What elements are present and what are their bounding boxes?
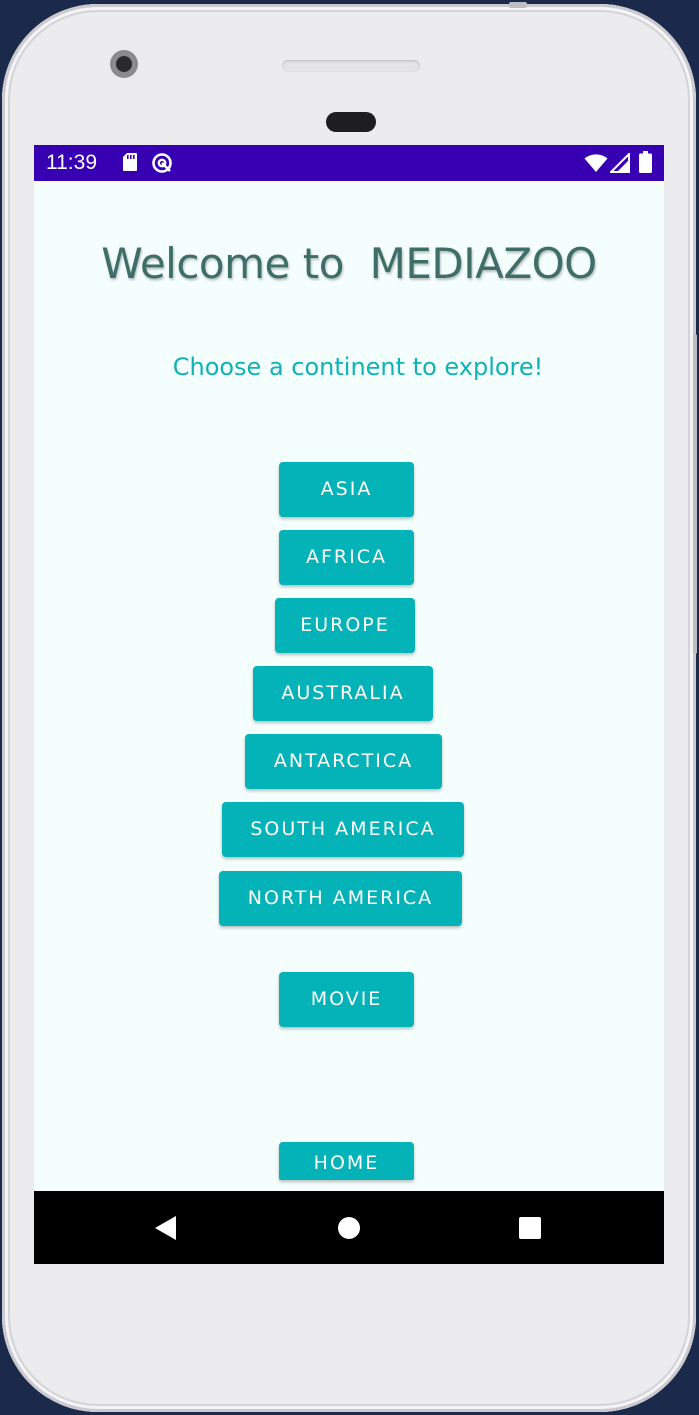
power-button	[693, 334, 697, 554]
australia-button[interactable]: AUSTRALIA	[253, 666, 433, 721]
earpiece	[326, 112, 376, 132]
wifi-icon	[584, 154, 608, 172]
sd-card-icon	[123, 153, 137, 171]
signal-icon	[610, 153, 630, 173]
navigation-bar	[34, 1191, 664, 1264]
nav-recents-button[interactable]	[490, 1191, 570, 1264]
europe-button[interactable]: EUROPE	[275, 598, 415, 653]
antarctica-button[interactable]: ANTARCTICA	[245, 734, 442, 789]
nav-back-button[interactable]	[126, 1191, 206, 1264]
page-title: Welcome to MEDIAZOO	[101, 239, 597, 288]
main-content: Welcome to MEDIAZOO Choose a continent t…	[34, 181, 664, 1191]
top-button	[509, 2, 527, 8]
volume-button	[693, 544, 697, 654]
status-bar: 11:39	[34, 145, 664, 181]
home-button[interactable]: HOME	[279, 1142, 414, 1180]
back-icon	[155, 1215, 176, 1240]
asia-button[interactable]: ASIA	[279, 462, 414, 517]
south-america-button[interactable]: SOUTH AMERICA	[222, 802, 464, 857]
north-america-button[interactable]: NORTH AMERICA	[219, 871, 462, 926]
movie-button[interactable]: MOVIE	[279, 972, 414, 1027]
status-time: 11:39	[46, 151, 97, 174]
page-subtitle: Choose a continent to explore!	[172, 353, 544, 381]
phone-screen: 11:39 Welcome to MEDIAZOO Choose a conti…	[34, 145, 664, 1264]
speaker-grill	[282, 60, 420, 72]
recents-icon	[519, 1216, 541, 1239]
front-camera	[110, 50, 138, 78]
sync-disabled-icon	[152, 153, 172, 173]
home-circle-icon	[338, 1216, 360, 1239]
nav-home-button[interactable]	[309, 1191, 389, 1264]
battery-icon	[639, 151, 652, 173]
africa-button[interactable]: AFRICA	[279, 530, 414, 585]
